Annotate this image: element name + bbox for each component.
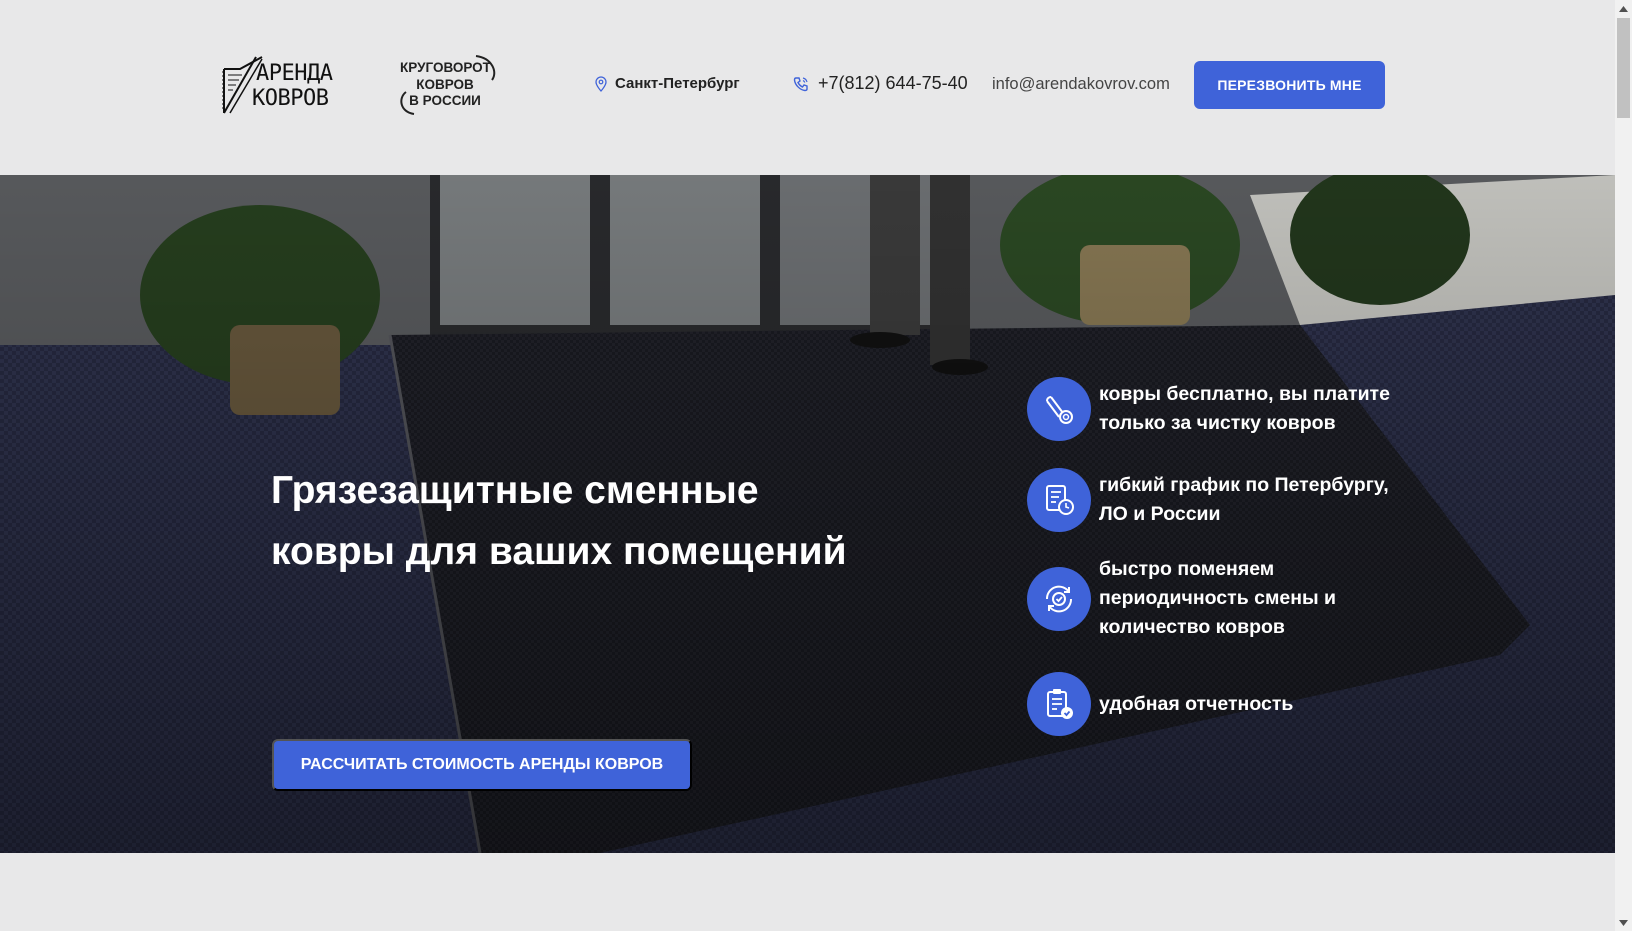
vertical-scrollbar[interactable]	[1615, 0, 1632, 931]
phone-link[interactable]: +7(812) 644-75-40	[793, 73, 968, 94]
features-list: ковры бесплатно, вы платите только за чи…	[1027, 175, 1427, 853]
feature-item: быстро поменяем периодичность смены и ко…	[1027, 555, 1399, 642]
callback-button[interactable]: ПЕРЕЗВОНИТЬ МНЕ	[1194, 61, 1385, 109]
feature-text: гибкий график по Петербургу, ЛО и России	[1099, 474, 1389, 525]
hero-title: Грязезащитные сменные ковры для ваших по…	[271, 460, 891, 582]
slogan-line-2: КОВРОВ	[416, 76, 474, 92]
site-header: АРЕНДА КОВРОВ КРУГОВОРОТ КОВРОВ В РОССИИ…	[0, 0, 1615, 175]
hero-title-line-1: Грязезащитные сменные	[271, 469, 759, 512]
scroll-down-arrow-icon[interactable]	[1615, 914, 1632, 931]
hero-section: Грязезащитные сменные ковры для ваших по…	[0, 175, 1615, 853]
phone-icon	[793, 76, 808, 91]
slogan-badge: КРУГОВОРОТ КОВРОВ В РОССИИ	[396, 52, 502, 117]
email-link[interactable]: info@arendakovrov.com	[992, 75, 1170, 94]
schedule-clock-icon	[1027, 468, 1091, 532]
slogan-line-3: В РОССИИ	[409, 93, 481, 108]
hero-title-line-2: ковры для ваших помещений	[271, 530, 847, 573]
site-logo[interactable]: АРЕНДА КОВРОВ	[222, 55, 367, 117]
carpet-roll-icon	[1027, 377, 1091, 441]
city-label: Санкт-Петербург	[615, 75, 740, 92]
feature-item: ковры бесплатно, вы платите только за чи…	[1027, 377, 1399, 441]
location-pin-icon	[595, 75, 607, 92]
slogan-line-1: КРУГОВОРОТ	[400, 60, 491, 75]
feature-item: удобная отчетность	[1027, 672, 1399, 736]
scroll-up-arrow-icon[interactable]	[1615, 0, 1632, 17]
scrollbar-thumb[interactable]	[1617, 18, 1630, 118]
calculate-rent-button[interactable]: РАССЧИТАТЬ СТОИМОСТЬ АРЕНДЫ КОВРОВ	[272, 739, 692, 791]
feature-text: ковры бесплатно, вы платите только за чи…	[1099, 383, 1390, 434]
refresh-gear-icon	[1027, 566, 1091, 631]
feature-text: удобная отчетность	[1099, 692, 1294, 715]
city-selector[interactable]: Санкт-Петербург	[595, 75, 740, 92]
clipboard-check-icon	[1027, 672, 1091, 736]
phone-number: +7(812) 644-75-40	[818, 73, 968, 93]
feature-text: быстро поменяем периодичность смены и ко…	[1099, 558, 1337, 638]
feature-item: гибкий график по Петербургу, ЛО и России	[1027, 468, 1399, 532]
logo-line-1: АРЕНДА	[256, 61, 333, 86]
logo-line-2: КОВРОВ	[252, 86, 329, 111]
